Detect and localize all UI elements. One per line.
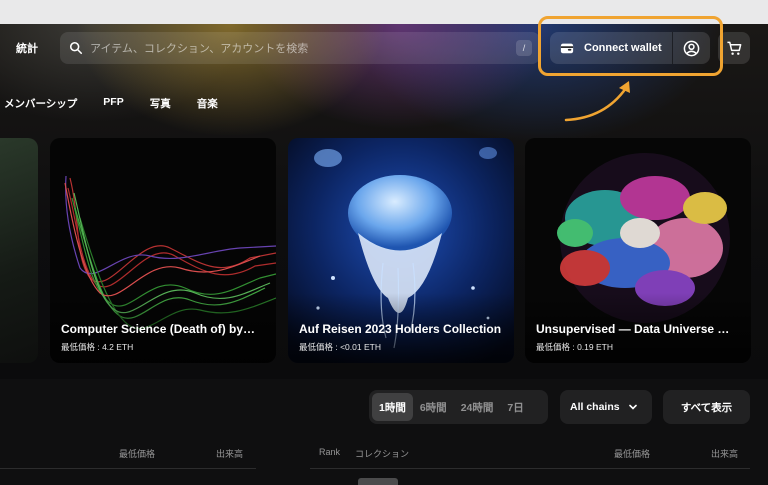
right-header-floor-price[interactable]: 最低価格 — [614, 447, 650, 460]
search-placeholder: アイテム、コレクション、アカウントを検索 — [90, 43, 309, 55]
table-row-partial — [358, 478, 398, 485]
card-artwork — [0, 138, 38, 363]
time-range-7d[interactable]: 7日 — [500, 393, 530, 421]
chain-filter-dropdown[interactable]: All chains — [560, 390, 652, 424]
nav-stats-link[interactable]: 統計 — [16, 40, 38, 56]
card-floor-price: 最低価格 : 0.19 ETH — [536, 342, 613, 352]
featured-card[interactable]: Auf Reisen 2023 Holders Collection 最低価格 … — [288, 138, 514, 363]
wallet-icon — [560, 43, 574, 54]
right-header-rank[interactable]: Rank — [319, 447, 340, 457]
featured-card-partial[interactable] — [0, 138, 38, 363]
featured-card[interactable]: Unsupervised — Data Universe —… 最低価格 : 0… — [525, 138, 751, 363]
profile-button[interactable] — [673, 32, 710, 64]
time-range-1h[interactable]: 1時間 — [372, 393, 413, 421]
category-music[interactable]: 音楽 — [197, 96, 218, 112]
card-title: Unsupervised — Data Universe —… — [536, 322, 741, 336]
app-frame: 統計 アイテム、コレクション、アカウントを検索 / Connect wallet — [0, 0, 768, 485]
card-title: Auf Reisen 2023 Holders Collection — [299, 322, 502, 336]
search-icon — [69, 41, 83, 55]
connect-wallet-label: Connect wallet — [584, 42, 662, 54]
category-photography[interactable]: 写真 — [150, 96, 171, 112]
card-floor-price: 最低価格 : <0.01 ETH — [299, 342, 381, 352]
chevron-down-icon — [628, 404, 637, 410]
ranking-controls: 1時間 6時間 24時間 7日 All chains すべて表示 — [0, 390, 768, 424]
left-table-divider — [0, 468, 256, 469]
left-header-volume[interactable]: 出来高 — [216, 447, 243, 460]
profile-icon — [683, 40, 700, 56]
time-range-6h[interactable]: 6時間 — [413, 393, 454, 421]
browser-top-strip — [0, 0, 768, 24]
cart-button[interactable] — [718, 32, 750, 64]
time-range-selector: 1時間 6時間 24時間 7日 — [369, 390, 548, 424]
right-header-collection[interactable]: コレクション — [355, 447, 409, 460]
card-floor-price: 最低価格 : 4.2 ETH — [61, 342, 134, 352]
featured-card[interactable]: Computer Science (Death of) by… 最低価格 : 4… — [50, 138, 276, 363]
right-table-divider — [310, 468, 750, 469]
card-title: Computer Science (Death of) by… — [61, 322, 256, 336]
time-range-24h[interactable]: 24時間 — [454, 393, 501, 421]
category-pfp[interactable]: PFP — [103, 96, 123, 112]
category-membership[interactable]: メンバーシップ — [4, 96, 77, 112]
search-shortcut-key: / — [516, 40, 532, 56]
view-all-button[interactable]: すべて表示 — [663, 390, 750, 424]
cart-icon — [726, 41, 741, 55]
category-tabs: メンバーシップ PFP 写真 音楽 — [0, 96, 244, 112]
search-bar[interactable]: アイテム、コレクション、アカウントを検索 / — [60, 32, 540, 64]
wallet-group: Connect wallet — [550, 32, 710, 64]
top-nav: 統計 アイテム、コレクション、アカウントを検索 / Connect wallet — [0, 28, 768, 68]
connect-wallet-button[interactable]: Connect wallet — [550, 32, 672, 64]
chain-filter-label: All chains — [570, 401, 620, 413]
right-header-volume[interactable]: 出来高 — [711, 447, 738, 460]
left-header-floor-price[interactable]: 最低価格 — [119, 447, 155, 460]
